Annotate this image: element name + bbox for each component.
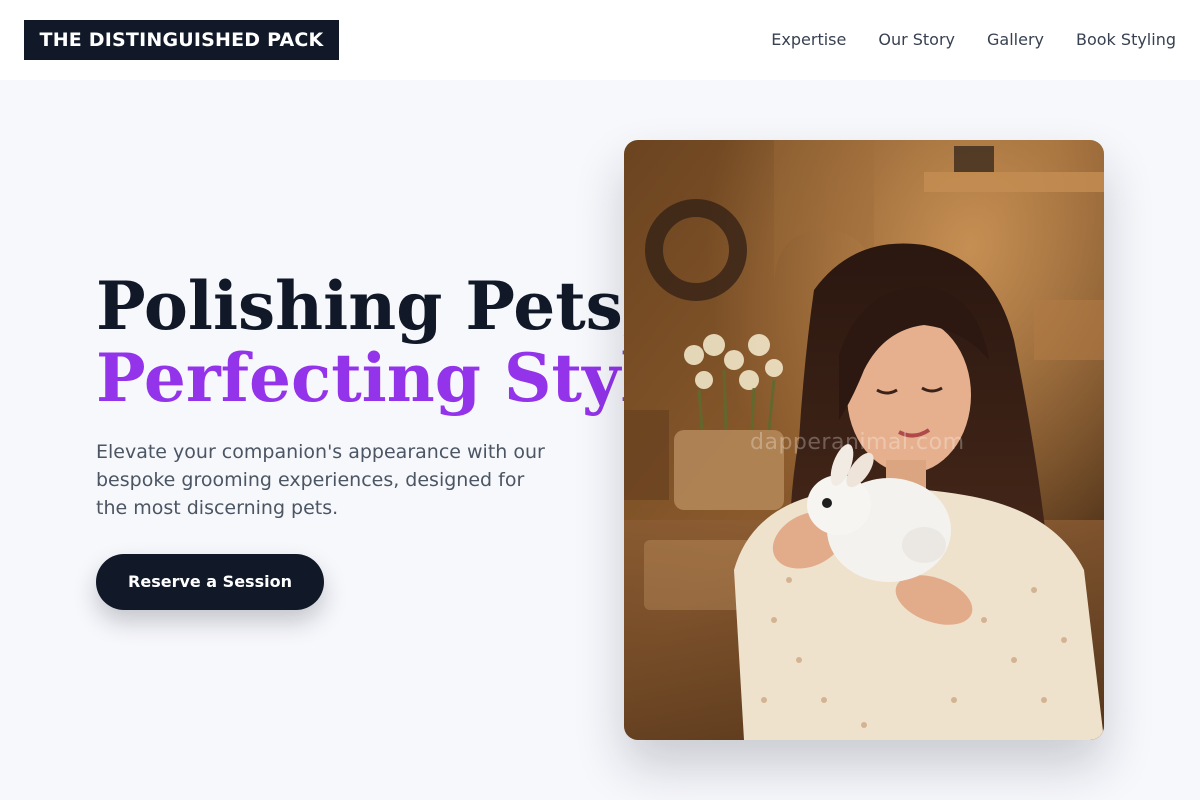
brand-logo[interactable]: THE DISTINGUISHED PACK bbox=[24, 20, 339, 60]
nav-link-book-styling[interactable]: Book Styling bbox=[1076, 29, 1176, 51]
reserve-session-button[interactable]: Reserve a Session bbox=[96, 554, 324, 610]
hero-title-line-1: Polishing Pets, bbox=[96, 267, 646, 345]
main-nav: Expertise Our Story Gallery Book Styling bbox=[771, 29, 1176, 51]
top-navigation-bar: THE DISTINGUISHED PACK Expertise Our Sto… bbox=[0, 0, 1200, 80]
hero-photo: dapperanimal.com bbox=[624, 140, 1104, 740]
nav-link-expertise[interactable]: Expertise bbox=[771, 29, 846, 51]
image-watermark: dapperanimal.com bbox=[750, 430, 965, 455]
hero-title-line-2-accent: Perfecting Style. bbox=[96, 339, 711, 417]
hero-subtitle: Elevate your companion's appearance with… bbox=[96, 441, 545, 519]
hero-title: Polishing Pets, Perfecting Style. bbox=[96, 270, 710, 414]
nav-link-gallery[interactable]: Gallery bbox=[987, 29, 1044, 51]
nav-link-our-story[interactable]: Our Story bbox=[878, 29, 955, 51]
